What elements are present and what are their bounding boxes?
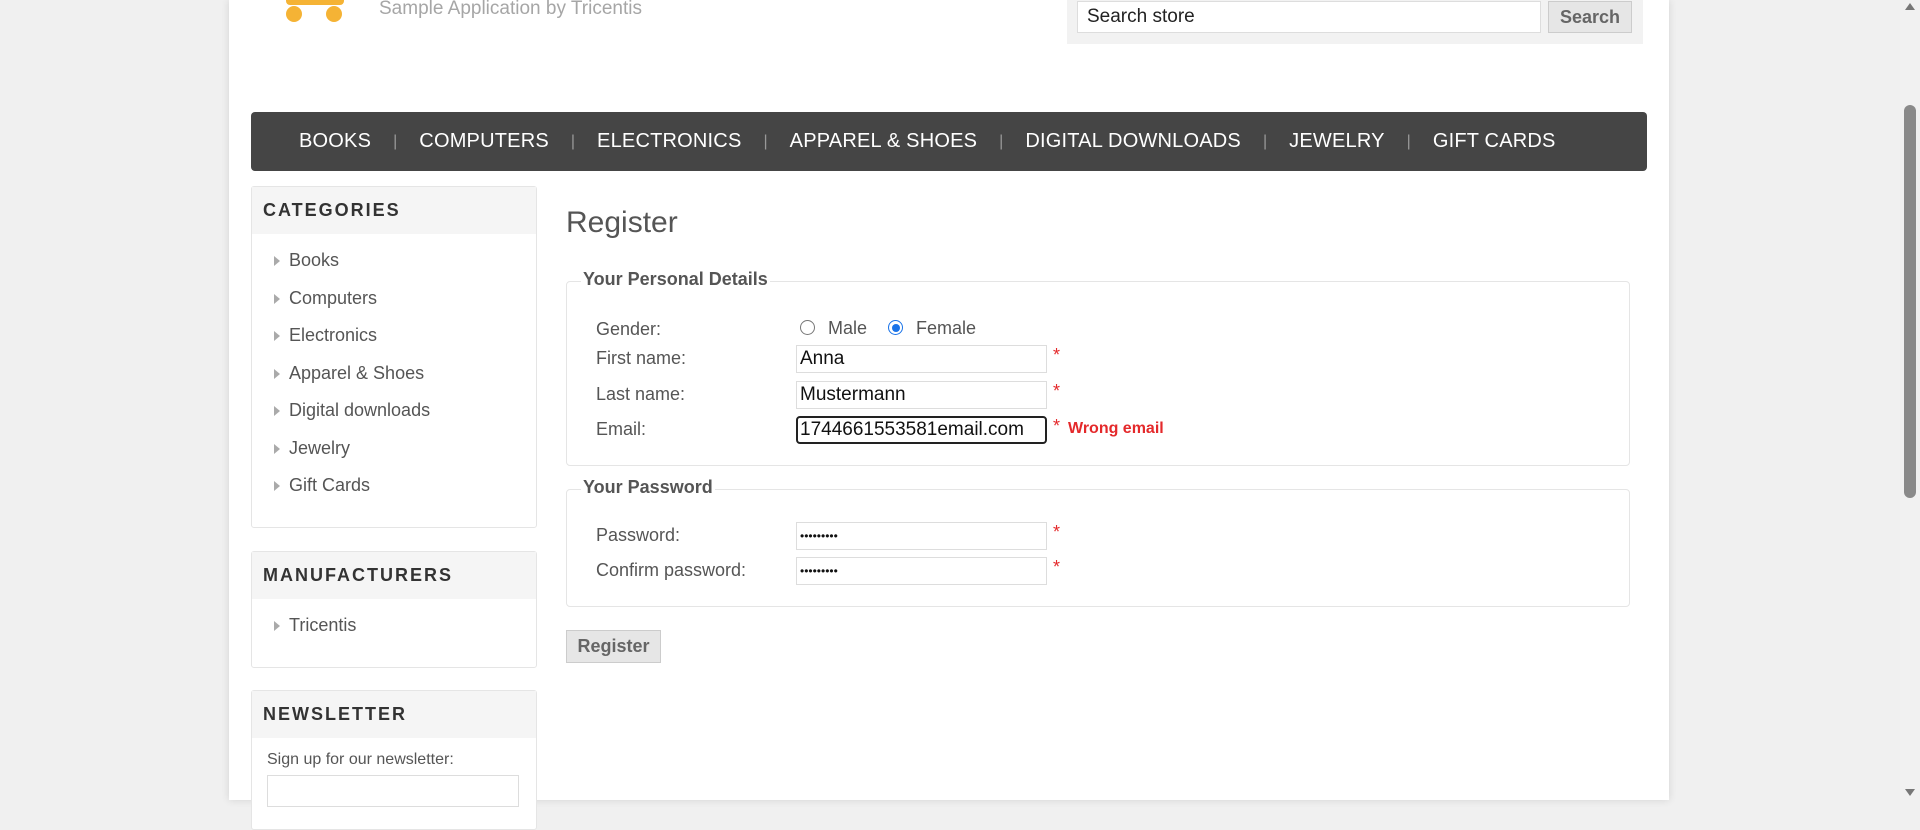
newsletter-label: Sign up for our newsletter: bbox=[267, 751, 454, 768]
manufacturers-block: MANUFACTURERS Tricentis bbox=[251, 551, 537, 668]
category-item-apparel-shoes[interactable]: Apparel & Shoes bbox=[252, 355, 536, 393]
required-marker: * bbox=[1053, 381, 1061, 401]
newsletter-block: NEWSLETTER Sign up for our newsletter: bbox=[251, 690, 537, 830]
category-label: Apparel & Shoes bbox=[289, 362, 425, 383]
scrollbar-thumb[interactable] bbox=[1904, 105, 1916, 498]
page-container: Sample Application by Tricentis Search B… bbox=[229, 0, 1669, 830]
password-legend: Your Password bbox=[581, 477, 715, 498]
category-item-books[interactable]: Books bbox=[252, 242, 536, 280]
category-item-computers[interactable]: Computers bbox=[252, 280, 536, 318]
gender-label: Gender: bbox=[596, 319, 662, 339]
last-name-field[interactable]: Mustermann bbox=[796, 381, 1047, 409]
site-tagline: Sample Application by Tricentis bbox=[379, 0, 642, 19]
password-field[interactable]: ••••••••• bbox=[796, 522, 1047, 550]
triangle-right-icon bbox=[274, 293, 280, 304]
menu-item-gift-cards[interactable]: GIFT CARDS bbox=[1411, 130, 1578, 153]
triangle-right-icon bbox=[274, 621, 280, 632]
required-marker: * bbox=[1053, 557, 1061, 577]
confirm-password-row: Confirm password: ••••••••• * bbox=[596, 557, 1496, 587]
skateboard-logo-icon[interactable] bbox=[280, 0, 352, 28]
last-name-label: Last name: bbox=[596, 384, 686, 404]
email-row: Email: 1744661553581email.com * Wrong em… bbox=[596, 416, 1496, 446]
gender-female-radio[interactable] bbox=[888, 320, 903, 335]
manufacturer-item-tricentis[interactable]: Tricentis bbox=[252, 607, 536, 645]
scroll-up-arrow-icon[interactable] bbox=[1905, 3, 1915, 10]
newsletter-email-input[interactable] bbox=[267, 775, 519, 807]
password-row: Password: ••••••••• * bbox=[596, 522, 1496, 552]
confirm-password-label: Confirm password: bbox=[596, 560, 747, 580]
first-name-field[interactable]: Anna bbox=[796, 345, 1047, 373]
first-name-label: First name: bbox=[596, 348, 687, 368]
menu-item-books[interactable]: BOOKS bbox=[277, 130, 393, 153]
search-button[interactable]: Search bbox=[1548, 1, 1632, 33]
menu-item-jewelry[interactable]: JEWELRY bbox=[1267, 130, 1407, 153]
category-item-electronics[interactable]: Electronics bbox=[252, 317, 536, 355]
triangle-right-icon bbox=[274, 443, 280, 454]
vertical-scrollbar[interactable] bbox=[1900, 0, 1920, 800]
category-item-digital-downloads[interactable]: Digital downloads bbox=[252, 392, 536, 430]
category-label: Jewelry bbox=[289, 437, 351, 458]
category-item-gift-cards[interactable]: Gift Cards bbox=[252, 467, 536, 505]
triangle-right-icon bbox=[274, 368, 280, 379]
confirm-password-field[interactable]: ••••••••• bbox=[796, 557, 1047, 585]
first-name-row: First name: Anna * bbox=[596, 345, 1496, 375]
required-marker: * bbox=[1053, 522, 1061, 542]
category-label: Electronics bbox=[289, 325, 378, 345]
triangle-right-icon bbox=[274, 331, 280, 342]
page-title: Register bbox=[566, 206, 678, 239]
email-error-message: Wrong email bbox=[1068, 420, 1164, 437]
menu-item-computers[interactable]: COMPUTERS bbox=[397, 130, 571, 153]
category-label: Computers bbox=[289, 287, 378, 308]
gender-male-label[interactable]: Male bbox=[828, 318, 867, 339]
gender-female-label[interactable]: Female bbox=[916, 318, 976, 339]
required-marker: * bbox=[1053, 345, 1061, 365]
categories-title: CATEGORIES bbox=[252, 187, 536, 234]
menu-item-apparel-shoes[interactable]: APPAREL & SHOES bbox=[768, 130, 1000, 153]
password-fieldset: Your Password Password: ••••••••• * Conf… bbox=[566, 477, 1630, 607]
category-label: Digital downloads bbox=[289, 400, 431, 420]
menu-item-digital-downloads[interactable]: DIGITAL DOWNLOADS bbox=[1003, 130, 1263, 153]
scroll-down-arrow-icon[interactable] bbox=[1905, 789, 1915, 796]
required-marker: * bbox=[1053, 416, 1061, 436]
newsletter-title: NEWSLETTER bbox=[252, 691, 536, 738]
triangle-right-icon bbox=[274, 406, 280, 417]
register-button[interactable]: Register bbox=[566, 630, 661, 663]
category-label: Books bbox=[289, 250, 340, 270]
email-label: Email: bbox=[596, 419, 647, 439]
search-box: Search bbox=[1067, 0, 1643, 44]
password-label: Password: bbox=[596, 525, 681, 545]
email-field[interactable]: 1744661553581email.com bbox=[796, 416, 1047, 444]
category-label: Gift Cards bbox=[289, 475, 371, 495]
categories-list: Books Computers Electronics Apparel & Sh… bbox=[252, 234, 536, 505]
search-input[interactable] bbox=[1077, 1, 1541, 33]
personal-details-fieldset: Your Personal Details Gender: Male Femal… bbox=[566, 269, 1630, 466]
personal-details-legend: Your Personal Details bbox=[581, 269, 770, 290]
last-name-row: Last name: Mustermann * bbox=[596, 381, 1496, 411]
triangle-right-icon bbox=[274, 481, 280, 492]
manufacturer-label: Tricentis bbox=[289, 615, 357, 635]
triangle-right-icon bbox=[274, 256, 280, 267]
gender-row: Gender: Male Female bbox=[596, 316, 1496, 346]
top-menu: BOOKS | COMPUTERS | ELECTRONICS | APPARE… bbox=[251, 112, 1647, 171]
manufacturers-title: MANUFACTURERS bbox=[252, 552, 536, 599]
categories-block: CATEGORIES Books Computers Electronics A… bbox=[251, 186, 537, 528]
gender-male-radio[interactable] bbox=[800, 320, 815, 335]
category-item-jewelry[interactable]: Jewelry bbox=[252, 430, 536, 468]
menu-item-electronics[interactable]: ELECTRONICS bbox=[575, 130, 763, 153]
manufacturers-list: Tricentis bbox=[252, 599, 536, 645]
